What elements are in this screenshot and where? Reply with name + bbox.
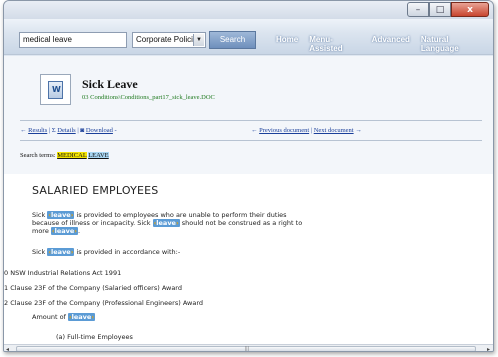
text: should not be construed as a right to <box>181 219 303 227</box>
scroll-right-icon[interactable]: ▸ <box>487 346 490 351</box>
previous-document-link[interactable]: Previous document <box>259 127 309 134</box>
document-title: Sick Leave <box>82 77 138 91</box>
collection-select-value: Corporate Policies <box>136 35 202 44</box>
search-term-leave[interactable]: LEAVE <box>88 152 109 159</box>
amount-line: Amount of ‹leave› <box>32 313 462 321</box>
hit-word: leave <box>51 248 71 256</box>
search-terms: Search terms: MEDICAL LEAVE <box>20 152 109 159</box>
browser-window: – □ x medical leave Corporate Policies ▼… <box>3 0 494 352</box>
forward-arrow-icon: → <box>355 127 362 134</box>
hit-word: leave <box>51 211 71 219</box>
search-term-medical[interactable]: MEDICAL <box>57 152 87 159</box>
hit-word: leave <box>54 227 75 235</box>
search-input[interactable]: medical leave <box>19 32 127 48</box>
nav-links: Home Menu-Assisted Advanced Natural Lang… <box>276 35 493 53</box>
paragraph-1: Sick ‹leave› is provided to employees wh… <box>32 211 303 235</box>
text: more <box>32 227 49 235</box>
download-link[interactable]: Download <box>86 127 113 134</box>
search-navbar: medical leave Corporate Policies ▼ Searc… <box>4 19 493 55</box>
horizontal-scrollbar[interactable]: ◂ ||| ▸ <box>4 344 493 352</box>
text: is provided in accordance with:- <box>76 248 181 256</box>
hit-highlight[interactable]: ‹leave› <box>50 227 78 235</box>
window-controls: – □ x <box>407 2 489 17</box>
document-filename: 03 Conditions\Conditions_part17_sick_lea… <box>82 94 215 101</box>
nav-menu-assisted-link[interactable]: Menu-Assisted <box>309 35 360 53</box>
hit-word: leave <box>156 219 176 227</box>
divider <box>20 140 482 141</box>
back-arrow-icon: ← <box>20 127 27 134</box>
list-item: 0 NSW Industrial Relations Act 1991 <box>4 269 122 277</box>
hit-word: leave <box>71 313 92 321</box>
sub-item: (a) Full-time Employees <box>56 333 133 341</box>
download-icon: ◙ <box>80 127 85 134</box>
nav-separator: | <box>77 127 79 134</box>
next-document-link[interactable]: Next document <box>314 127 354 134</box>
results-link[interactable]: Results <box>28 127 47 134</box>
paragraph-2: Sick ‹leave› is provided in accordance w… <box>32 248 462 256</box>
grip-icon: ||| <box>245 346 249 352</box>
title-bar: – □ x <box>4 1 493 19</box>
minimize-button[interactable]: – <box>407 2 429 17</box>
chevron-down-icon[interactable]: ▼ <box>193 34 204 46</box>
close-button[interactable]: x <box>451 2 489 17</box>
text: Sick <box>32 248 46 256</box>
text: is provided to employees who are unable … <box>76 211 287 219</box>
nav-separator: | <box>310 127 313 134</box>
text: because of illness or incapacity. Sick <box>32 219 151 227</box>
word-document-icon: W <box>40 74 71 105</box>
details-icon: Σ <box>51 127 56 134</box>
nav-natural-language-link[interactable]: Natural Language <box>421 35 482 53</box>
hit-highlight[interactable]: ‹leave› <box>47 211 75 219</box>
document-header-panel: W Sick Leave 03 Conditions\Conditions_pa… <box>4 56 493 174</box>
document-content: SALARIED EMPLOYEES Sick ‹leave› is provi… <box>4 174 493 344</box>
nav-separator: - <box>114 127 117 134</box>
search-terms-label: Search terms: <box>20 152 56 159</box>
nav-home-link[interactable]: Home <box>276 35 298 53</box>
back-arrow-icon: ← <box>251 127 258 134</box>
text: Amount of <box>32 313 66 321</box>
nav-separator: | <box>48 127 51 134</box>
hit-highlight[interactable]: ‹leave› <box>152 219 180 227</box>
scroll-left-icon[interactable]: ◂ <box>6 346 9 351</box>
prev-next-links: ← Previous document | Next document → <box>251 127 362 134</box>
text: Sick <box>32 211 46 219</box>
search-button[interactable]: Search <box>209 31 256 49</box>
hit-highlight[interactable]: ‹leave› <box>47 248 75 256</box>
collection-select[interactable]: Corporate Policies ▼ <box>132 32 206 48</box>
scroll-thumb[interactable]: ||| <box>16 346 476 352</box>
details-link[interactable]: Details <box>57 127 75 134</box>
maximize-button[interactable]: □ <box>429 2 451 17</box>
list-item: 2 Clause 23F of the Company (Professiona… <box>4 299 203 307</box>
divider <box>20 120 482 121</box>
section-heading: SALARIED EMPLOYEES <box>32 184 159 197</box>
list-item: 1 Clause 23F of the Company (Salaried of… <box>4 284 182 292</box>
document-nav-row: ← Results | Σ Details | ◙ Download - ← P… <box>20 127 482 134</box>
nav-advanced-link[interactable]: Advanced <box>372 35 410 53</box>
hit-highlight[interactable]: ‹leave› <box>67 313 95 321</box>
